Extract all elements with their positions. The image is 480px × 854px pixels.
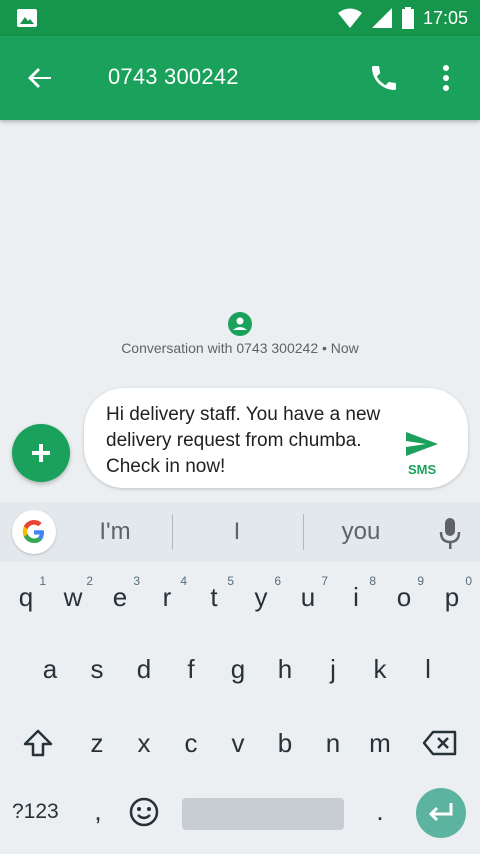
key-label: p	[444, 582, 460, 612]
key-w[interactable]: w2	[49, 574, 97, 613]
key-x[interactable]: x	[120, 728, 168, 759]
key-o[interactable]: o9	[380, 574, 428, 613]
key-label: q	[18, 582, 34, 612]
app-bar: 0743 300242	[0, 36, 480, 120]
key-a[interactable]: a	[26, 654, 74, 685]
key-j[interactable]: j	[309, 654, 357, 685]
add-attachment-button[interactable]	[12, 424, 70, 482]
conversation-info: Conversation with 0743 300242 • Now	[121, 340, 359, 356]
enter-button[interactable]	[416, 788, 466, 838]
battery-icon	[401, 7, 414, 29]
google-g-icon	[22, 520, 44, 543]
symbols-key[interactable]: ?123	[12, 800, 59, 824]
key-label: i	[353, 582, 359, 612]
send-icon[interactable]	[402, 428, 442, 460]
key-s[interactable]: s	[73, 654, 121, 685]
wifi-icon	[337, 8, 362, 28]
key-label: u	[300, 582, 316, 612]
key-e[interactable]: e3	[96, 574, 144, 613]
suggestion-3[interactable]: you	[324, 518, 398, 546]
key-l[interactable]: l	[404, 654, 452, 685]
mic-icon[interactable]	[438, 516, 462, 550]
plus-icon	[32, 444, 50, 462]
key-number: 3	[133, 574, 140, 588]
key-label: r	[162, 582, 172, 612]
contact-title: 0743 300242	[108, 64, 239, 89]
key-y[interactable]: y6	[237, 574, 285, 613]
phone-icon[interactable]	[368, 62, 400, 94]
suggestion-divider	[303, 514, 304, 550]
enter-icon	[428, 803, 453, 822]
more-vert-icon[interactable]	[436, 62, 456, 94]
key-number: 6	[274, 574, 281, 588]
key-q[interactable]: q1	[2, 574, 50, 613]
image-icon	[17, 9, 37, 27]
key-comma[interactable]: ,	[74, 796, 122, 827]
message-input[interactable]: Hi delivery staff. You have a new delive…	[106, 402, 386, 480]
backspace-icon[interactable]	[422, 730, 458, 756]
back-arrow-icon[interactable]	[24, 62, 56, 94]
emoji-icon[interactable]	[128, 796, 160, 828]
key-label: t	[210, 582, 218, 612]
key-i[interactable]: i8	[332, 574, 380, 613]
key-m[interactable]: m	[356, 728, 404, 759]
key-number: 0	[465, 574, 472, 588]
key-b[interactable]: b	[261, 728, 309, 759]
key-z[interactable]: z	[73, 728, 121, 759]
suggestion-2[interactable]: I	[200, 518, 274, 546]
key-n[interactable]: n	[309, 728, 357, 759]
key-r[interactable]: r4	[143, 574, 191, 613]
suggestion-strip: I'm I you	[0, 502, 480, 562]
keyboard: q1 w2 e3 r4 t5 y6 u7 i8 o9 p0 a s d f g …	[0, 562, 480, 854]
key-c[interactable]: c	[167, 728, 215, 759]
key-k[interactable]: k	[356, 654, 404, 685]
key-v[interactable]: v	[214, 728, 262, 759]
status-bar: 17:05	[0, 0, 480, 36]
key-p[interactable]: p0	[428, 574, 476, 613]
key-number: 2	[86, 574, 93, 588]
signal-icon	[371, 8, 392, 28]
key-number: 9	[417, 574, 424, 588]
status-time: 17:05	[422, 7, 468, 28]
key-g[interactable]: g	[214, 654, 262, 685]
contact-avatar	[228, 312, 252, 336]
key-number: 5	[227, 574, 234, 588]
space-bar[interactable]	[182, 798, 344, 830]
key-t[interactable]: t5	[190, 574, 238, 613]
key-period[interactable]: .	[356, 796, 404, 827]
send-sms-label[interactable]: SMS	[408, 462, 436, 477]
key-number: 8	[369, 574, 376, 588]
key-number: 7	[321, 574, 328, 588]
key-label: w	[63, 582, 83, 612]
key-number: 4	[180, 574, 187, 588]
key-d[interactable]: d	[120, 654, 168, 685]
key-label: y	[254, 582, 268, 612]
key-h[interactable]: h	[261, 654, 309, 685]
suggestion-divider	[172, 514, 173, 550]
key-label: o	[396, 582, 412, 612]
compose-bubble[interactable]: Hi delivery staff. You have a new delive…	[84, 388, 468, 488]
key-label: e	[112, 582, 128, 612]
person-icon	[233, 317, 247, 330]
key-number: 1	[39, 574, 46, 588]
suggestion-1[interactable]: I'm	[78, 518, 152, 546]
key-u[interactable]: u7	[284, 574, 332, 613]
shift-icon[interactable]	[22, 728, 54, 758]
google-button[interactable]	[12, 510, 56, 554]
key-f[interactable]: f	[167, 654, 215, 685]
